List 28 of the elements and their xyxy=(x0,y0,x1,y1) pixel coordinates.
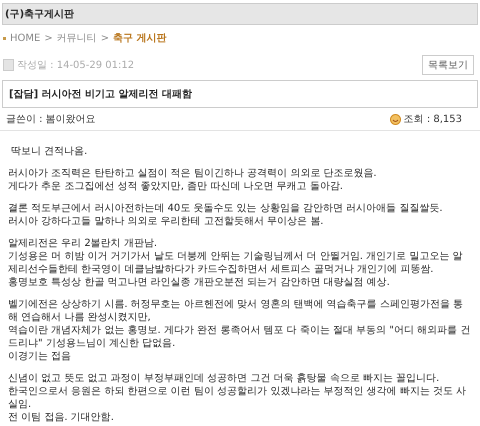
body-text: 알제리전은 우리 2볼란치 개판남. xyxy=(8,237,158,250)
post-author: 글쓴이 : 봄이왔어요 xyxy=(6,113,96,126)
body-text: 러시아가 조직력은 탄탄하고 실점이 적은 팀이긴하나 공격력이 의외로 단조로웠음. xyxy=(8,167,378,180)
body-text: 결론 적도부근에서 러시아전하는데 40도 웃돌수도 있는 상황임을 감안하면 러시아애들 질질쌀듯. xyxy=(8,202,444,215)
breadcrumb-separator: > xyxy=(44,32,53,44)
list-button[interactable]: 목록보기 xyxy=(422,55,474,75)
body-text: 딱보니 견적나옴. xyxy=(11,145,88,158)
body-text: 이경기는 접음 xyxy=(8,350,72,363)
breadcrumb-link[interactable]: 커뮤니티 xyxy=(56,31,97,45)
smiley-icon xyxy=(390,114,401,124)
board-title: (구)축구게시판 xyxy=(2,3,478,25)
post-title: [잡담] 러시아전 비기고 알제리전 대패함 xyxy=(2,80,478,108)
body-text: 러시아 강하다고들 말하나 의외로 우리한테 고전할듯해서 무이상은 봄. xyxy=(8,215,324,228)
document-icon xyxy=(3,59,14,71)
body-text: 역습이란 개념자체가 없는 홍명보. 게다가 완전 롱족어서 템포 다 죽이는 절대 부동의 "어디 해외파를 건드리냐" 기성용느님이 계신한 답없음. xyxy=(8,324,472,350)
body-text: 전 이팀 접음. 기대안함. xyxy=(8,411,115,424)
view-count: 조회 : 8,153 xyxy=(404,113,462,126)
body-text: 기성용은 머 히밤 이거 거기가서 날도 더붕께 안뛰는 기술링님께서 더 안뛸거임. 개인기로 밀고오는 알제리선수들한테 한국영이 데클남발하다가 카드수집하면서 세트피스 골먹거나 개인기에 피똥쌈. xyxy=(8,250,464,276)
body-text: 신념이 없고 뜻도 없고 과정이 부정부패인데 성공하면 그건 더욱 흙탕물 속으로 빠지는 꼴입니다. xyxy=(8,372,440,385)
body-text: 홍명보호 특성상 한골 먹고나면 라인실종 개판오분전 되는거 감안하면 대량실점 예상. xyxy=(8,276,391,289)
post-date: 작성일 : 14-05-29 01:12 xyxy=(17,59,134,72)
breadcrumb-link[interactable]: 축구 게시판 xyxy=(113,31,167,45)
body-text: 벨기에전은 상상하기 시름. 허정무호는 아르헨전에 맞서 영혼의 탠백에 역습축구를 스페인평가전을 통해 연습해서 나름 완성시켰지만, xyxy=(8,298,464,324)
breadcrumb-separator: > xyxy=(100,32,110,44)
bullet-icon xyxy=(3,36,6,40)
body-text: 게다가 추운 조그집에선 성적 좋았지만, 좀만 따신데 나오면 무캐고 돌아감. xyxy=(8,180,344,193)
body-text: 한국인으로서 응원은 하되 한편으로 이런 팀이 성공할리가 있겠냐라는 부정적인 생각에 빠지는 것도 사실임. xyxy=(8,385,468,411)
breadcrumb-link[interactable]: HOME xyxy=(10,32,40,44)
